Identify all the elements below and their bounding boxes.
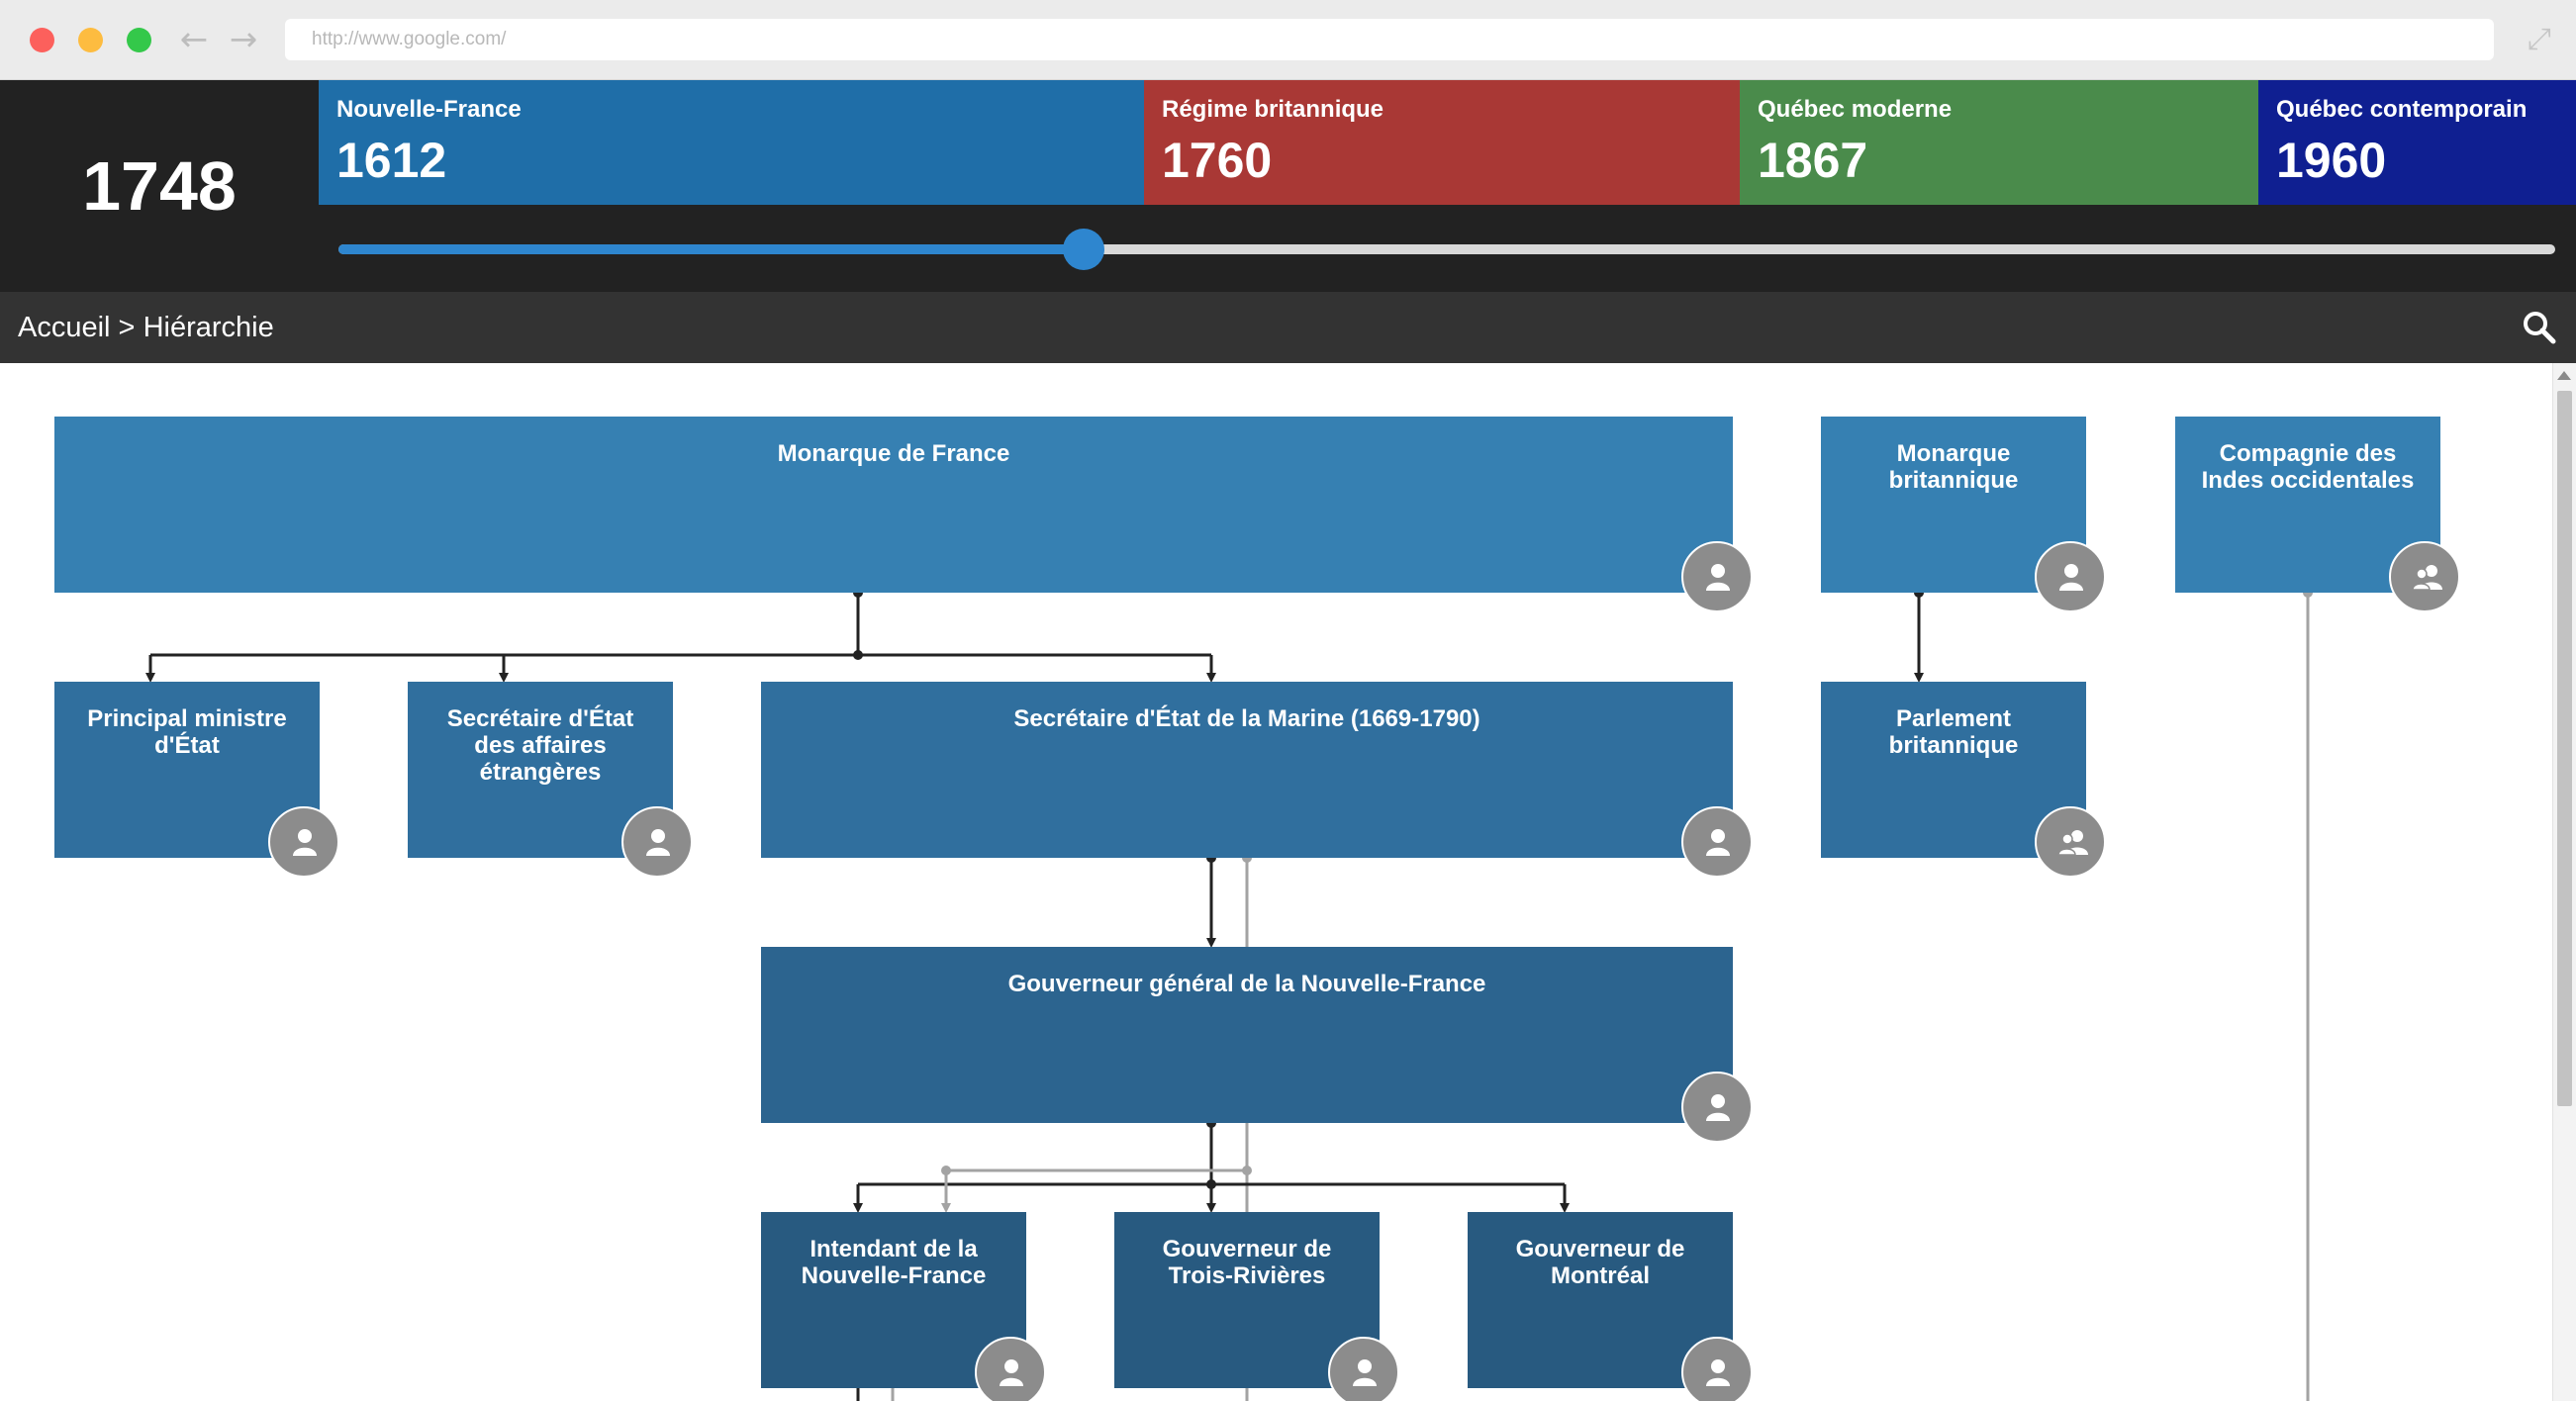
node-monarque-de-france[interactable]: Monarque de France xyxy=(54,417,1753,612)
year-slider-handle[interactable] xyxy=(1062,229,1104,270)
node-label: Secrétaire d'État des affaires étrangère… xyxy=(446,705,634,786)
node-label: Gouverneur de Montréal xyxy=(1515,1236,1685,1289)
person-icon[interactable] xyxy=(268,806,339,878)
person-icon[interactable] xyxy=(975,1337,1046,1401)
era-start-year: 1760 xyxy=(1162,133,1273,188)
node-secretaire-affaires-etrangeres[interactable]: Secrétaire d'État des affaires étrangère… xyxy=(408,682,693,878)
era-quebec-contemporain[interactable]: Québec contemporain 1960 xyxy=(2258,80,2576,205)
expand-icon[interactable]: ⤢ xyxy=(2520,20,2559,59)
year-slider[interactable] xyxy=(338,229,2555,270)
era-name: Québec contemporain xyxy=(2276,96,2528,123)
hierarchy-chart: Monarque de France Monarque britannique … xyxy=(0,363,2576,1401)
person-icon[interactable] xyxy=(621,806,693,878)
maximize-window-button[interactable] xyxy=(127,28,151,52)
person-icon[interactable] xyxy=(1681,806,1753,878)
search-icon[interactable] xyxy=(2522,310,2557,345)
scroll-up-icon[interactable] xyxy=(2557,371,2571,380)
node-label: Monarque britannique xyxy=(1888,440,2019,494)
node-label: Intendant de la Nouvelle-France xyxy=(801,1236,987,1289)
arrow-right-icon[interactable]: → xyxy=(226,20,261,59)
era-name: Nouvelle-France xyxy=(336,96,522,123)
breadcrumb-home[interactable]: Accueil xyxy=(18,312,111,343)
year-slider-fill xyxy=(338,244,1084,254)
node-secretaire-de-la-marine[interactable]: Secrétaire d'État de la Marine (1669-179… xyxy=(761,682,1753,878)
group-icon[interactable] xyxy=(2389,541,2460,612)
node-parlement-britannique[interactable]: Parlement britannique xyxy=(1821,682,2106,878)
era-start-year: 1612 xyxy=(336,133,447,188)
person-icon[interactable] xyxy=(1328,1337,1399,1401)
timeline-header: 1748 Nouvelle-France 1612 Régime britann… xyxy=(0,80,2576,292)
era-start-year: 1867 xyxy=(1758,133,1868,188)
era-regime-britannique[interactable]: Régime britannique 1760 xyxy=(1144,80,1740,205)
node-label: Parlement britannique xyxy=(1888,705,2019,759)
close-window-button[interactable] xyxy=(30,28,54,52)
node-gouverneur-montreal[interactable]: Gouverneur de Montréal xyxy=(1468,1212,1753,1401)
node-label: Gouverneur de Trois-Rivières xyxy=(1162,1236,1332,1289)
node-label: Secrétaire d'État de la Marine (1669-179… xyxy=(1013,705,1480,732)
node-label: Gouverneur général de la Nouvelle-France xyxy=(1007,971,1486,997)
node-label: Monarque de France xyxy=(777,440,1010,467)
node-monarque-britannique[interactable]: Monarque britannique xyxy=(1821,417,2106,612)
node-gouverneur-trois-rivieres[interactable]: Gouverneur de Trois-Rivières xyxy=(1114,1212,1399,1401)
era-nouvelle-france[interactable]: Nouvelle-France 1612 xyxy=(319,80,1144,205)
node-gouverneur-general[interactable]: Gouverneur général de la Nouvelle-France xyxy=(761,947,1753,1143)
era-start-year: 1960 xyxy=(2276,133,2387,188)
era-quebec-moderne[interactable]: Québec moderne 1867 xyxy=(1740,80,2258,205)
breadcrumb-current: Hiérarchie xyxy=(143,312,274,343)
vertical-scrollbar[interactable] xyxy=(2552,363,2576,1401)
person-icon[interactable] xyxy=(1681,1337,1753,1401)
node-label: Principal ministre d'État xyxy=(87,705,287,759)
person-icon[interactable] xyxy=(1681,1072,1753,1143)
minimize-window-button[interactable] xyxy=(78,28,103,52)
arrow-left-icon[interactable]: ← xyxy=(176,20,212,59)
node-intendant[interactable]: Intendant de la Nouvelle-France xyxy=(761,1212,1046,1401)
browser-toolbar: ← → http://www.google.com/ ⤢ xyxy=(0,0,2576,80)
node-label: Compagnie des Indes occidentales xyxy=(2201,440,2415,494)
era-name: Québec moderne xyxy=(1758,96,1953,123)
group-icon[interactable] xyxy=(2035,806,2106,878)
node-compagnie-des-indes-occidentales[interactable]: Compagnie des Indes occidentales xyxy=(2175,417,2460,612)
address-bar[interactable]: http://www.google.com/ xyxy=(285,19,2494,60)
node-principal-ministre-detat[interactable]: Principal ministre d'État xyxy=(54,682,339,878)
breadcrumb: Accueil > Hiérarchie xyxy=(18,292,274,363)
breadcrumb-bar: Accueil > Hiérarchie xyxy=(0,292,2576,363)
era-name: Régime britannique xyxy=(1162,96,1384,123)
breadcrumb-separator: > xyxy=(110,312,143,343)
scrollbar-thumb[interactable] xyxy=(2557,391,2572,1106)
current-year: 1748 xyxy=(82,147,237,225)
person-icon[interactable] xyxy=(1681,541,1753,612)
person-icon[interactable] xyxy=(2035,541,2106,612)
